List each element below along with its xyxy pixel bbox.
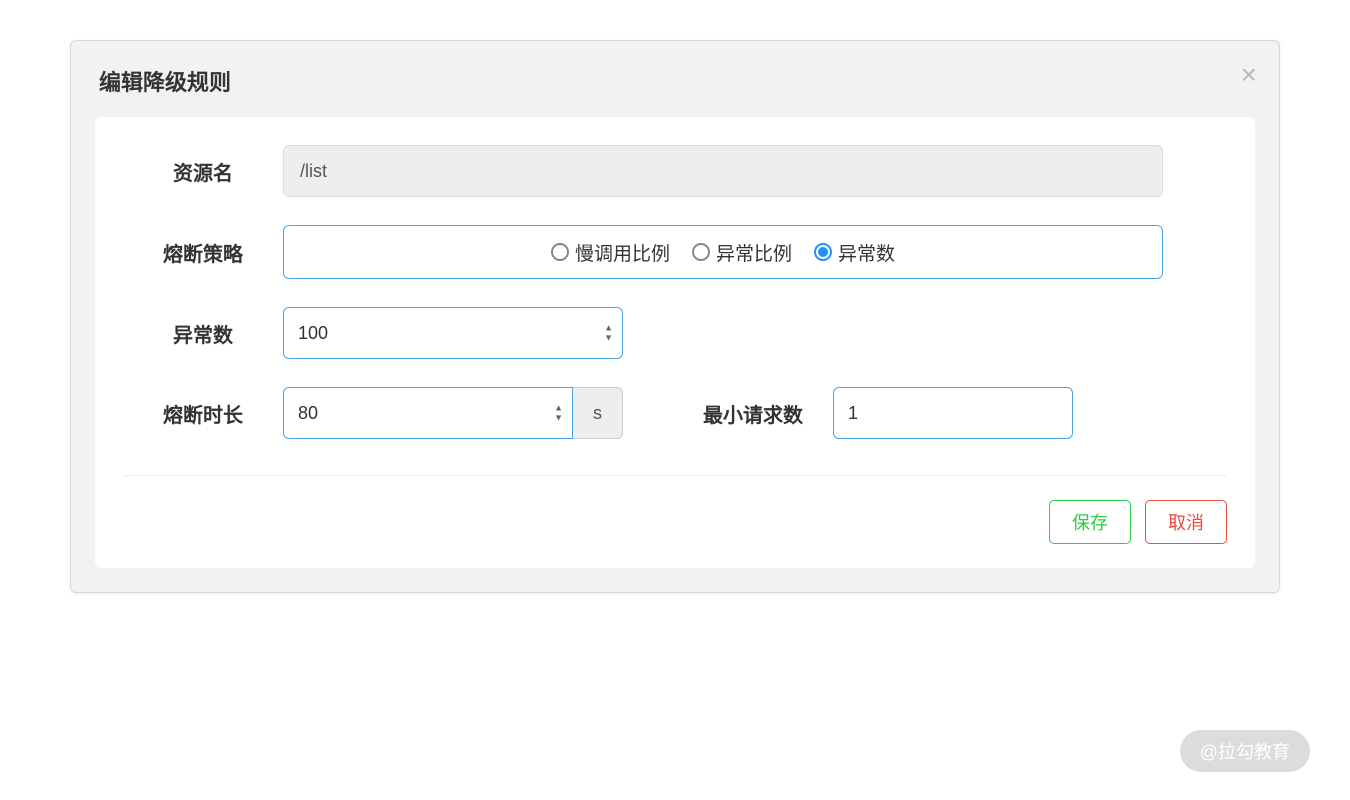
row-duration-min: 熔断时长 ▲ ▼ s 最小请求数 — [123, 387, 1227, 439]
min-requests-input[interactable] — [833, 387, 1073, 439]
label-resource: 资源名 — [123, 157, 283, 186]
radio-exception-count[interactable]: 异常数 — [814, 239, 895, 266]
modal-dialog: 编辑降级规则 × 资源名 熔断策略 慢调用比例 — [70, 40, 1280, 593]
radio-icon-checked — [814, 243, 832, 261]
label-strategy: 熔断策略 — [123, 238, 283, 267]
chevron-down-icon[interactable]: ▼ — [554, 414, 563, 423]
close-icon: × — [1241, 59, 1257, 90]
divider — [123, 475, 1227, 476]
label-exception-count: 异常数 — [123, 319, 283, 348]
modal-body: 资源名 熔断策略 慢调用比例 异常比例 — [95, 117, 1255, 568]
exception-count-input[interactable] — [283, 307, 623, 359]
spinner-buttons[interactable]: ▲ ▼ — [554, 404, 563, 423]
cancel-button[interactable]: 取消 — [1145, 500, 1227, 544]
radio-label: 慢调用比例 — [575, 239, 670, 266]
label-min-requests: 最小请求数 — [703, 399, 803, 428]
resource-input — [283, 145, 1163, 197]
chevron-down-icon[interactable]: ▼ — [604, 334, 613, 343]
break-duration-input[interactable] — [283, 387, 573, 439]
radio-label: 异常数 — [838, 239, 895, 266]
radio-icon — [551, 243, 569, 261]
duration-unit: s — [573, 387, 623, 439]
row-resource: 资源名 — [123, 145, 1227, 197]
strategy-radio-group: 慢调用比例 异常比例 异常数 — [283, 225, 1163, 279]
radio-icon — [692, 243, 710, 261]
watermark-badge: @拉勾教育 — [1180, 730, 1310, 772]
label-break-duration: 熔断时长 — [123, 399, 283, 428]
exception-count-wrap: ▲ ▼ — [283, 307, 623, 359]
radio-label: 异常比例 — [716, 239, 792, 266]
row-strategy: 熔断策略 慢调用比例 异常比例 异常数 — [123, 225, 1227, 279]
break-duration-wrap: ▲ ▼ — [283, 387, 573, 439]
min-requests-group: 最小请求数 — [703, 387, 1073, 439]
radio-exception-ratio[interactable]: 异常比例 — [692, 239, 792, 266]
modal-footer: 保存 取消 — [123, 500, 1227, 544]
radio-slow-call-ratio[interactable]: 慢调用比例 — [551, 239, 670, 266]
modal-header: 编辑降级规则 × — [71, 41, 1279, 117]
close-button[interactable]: × — [1241, 61, 1257, 89]
spinner-buttons[interactable]: ▲ ▼ — [604, 324, 613, 343]
row-exception-count: 异常数 ▲ ▼ — [123, 307, 1227, 359]
chevron-up-icon[interactable]: ▲ — [554, 404, 563, 413]
chevron-up-icon[interactable]: ▲ — [604, 324, 613, 333]
save-button[interactable]: 保存 — [1049, 500, 1131, 544]
modal-title: 编辑降级规则 — [99, 65, 1251, 97]
